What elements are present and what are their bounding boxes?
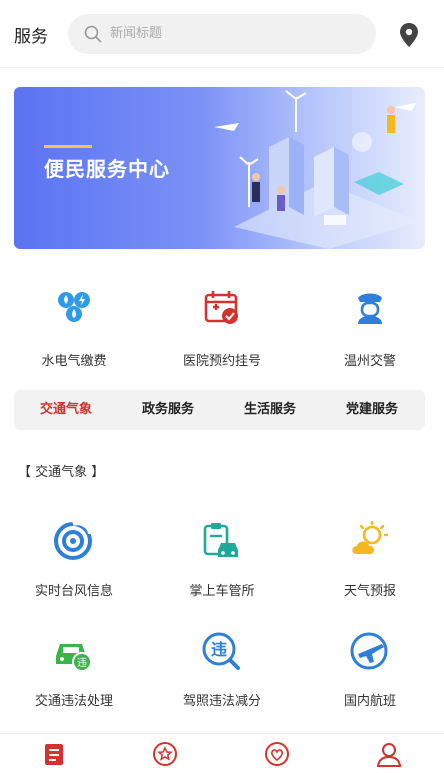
service-traffic-violation[interactable]: 违 交通违法处理 [0,630,148,730]
police-icon [358,293,382,324]
search-bar[interactable]: 新闻标题 [68,14,376,54]
service-domestic-flight[interactable]: 国内航班 [296,630,444,730]
news-icon[interactable] [40,740,68,768]
service-vehicle-office[interactable]: 掌上车管所 [148,520,296,620]
star-badge-icon[interactable] [151,740,179,768]
car-violation-icon: 违 [56,644,92,672]
quick-item-hospital[interactable]: 医院预约挂号 [148,280,296,380]
weather-icon [352,520,389,554]
tab-life[interactable]: 生活服务 [220,390,320,430]
service-label: 实时台风信息 [34,584,113,599]
license-points-icon: 违 [202,632,240,670]
quick-item-utility[interactable]: 水电气缴费 [0,280,148,380]
header: 服务 新闻标题 [0,0,444,68]
service-typhoon[interactable]: 实时台风信息 [0,520,148,620]
quick-item-label: 医院预约挂号 [182,354,261,369]
service-license-points[interactable]: 违 驾照违法减分 [148,630,296,730]
search-icon [84,25,102,43]
quick-item-label: 水电气缴费 [41,354,107,369]
city-illustration [214,90,419,249]
quick-item-police[interactable]: 温州交警 [296,280,444,380]
svg-text:违: 违 [77,657,87,669]
banner-title: 便民服务中心 [44,157,170,181]
category-tabs: 交通气象 政务服务 生活服务 党建服务 [14,390,425,430]
service-label: 掌上车管所 [189,584,255,599]
service-label: 天气预报 [343,584,396,599]
typhoon-icon [54,521,92,560]
quick-item-label: 温州交警 [343,354,396,369]
hospital-calendar-icon [204,291,238,324]
bottom-nav [0,733,444,773]
tab-government[interactable]: 政务服务 [118,390,218,430]
utility-icon [58,292,90,322]
user-icon[interactable] [375,740,403,768]
banner[interactable]: 便民服务中心 [14,87,425,249]
banner-accent-line [44,145,92,148]
service-label: 交通违法处理 [34,694,113,709]
service-weather[interactable]: 天气预报 [296,520,444,620]
tab-party[interactable]: 党建服务 [322,390,422,430]
vehicle-office-icon [203,523,238,557]
section-title: 【 交通气象 】 [18,465,105,480]
heart-icon[interactable] [263,740,291,768]
location-pin-icon[interactable] [398,22,420,48]
service-page: 服务 新闻标题 便民服务中心 水电气缴费 医院预约挂号 温州交警 交通气象 政务… [0,0,444,773]
svg-text:违: 违 [211,640,227,659]
tab-traffic-weather[interactable]: 交通气象 [16,390,116,430]
quick-services: 水电气缴费 医院预约挂号 温州交警 [0,280,444,380]
search-input[interactable]: 新闻标题 [110,14,162,54]
service-label: 驾照违法减分 [182,694,261,709]
flight-icon [350,632,388,670]
page-title: 服务 [14,27,48,47]
service-label: 国内航班 [343,694,396,709]
